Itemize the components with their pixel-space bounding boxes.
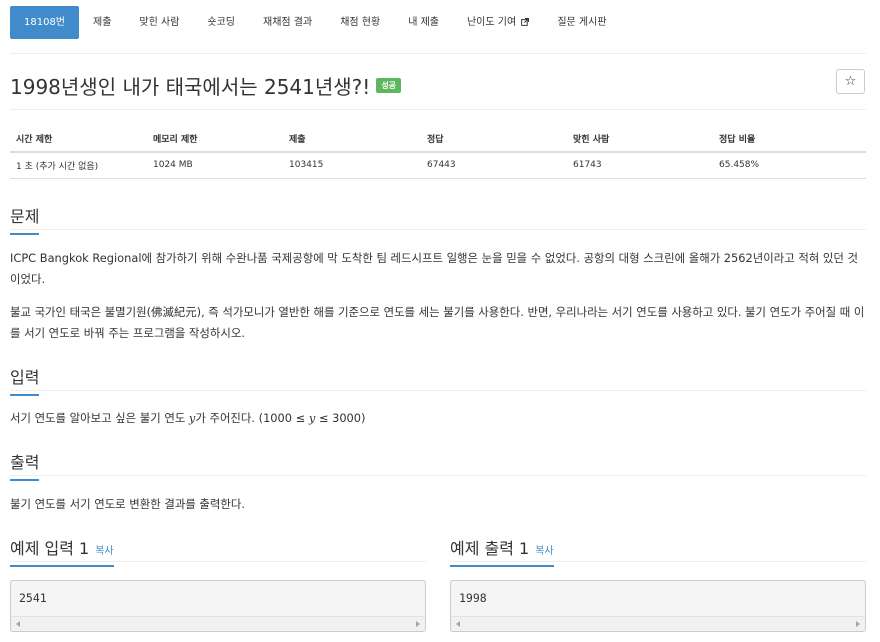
description-heading-line bbox=[10, 229, 866, 230]
sample-output-scrollbar[interactable] bbox=[451, 616, 865, 631]
tab-solvers[interactable]: 맞힌 사람 bbox=[125, 6, 193, 39]
sample-output-title: 예제 출력 1 bbox=[450, 539, 530, 558]
nav-divider bbox=[10, 53, 866, 54]
tab-difficulty-label: 난이도 기여 bbox=[466, 17, 517, 28]
scroll-right-arrow-icon[interactable] bbox=[416, 621, 420, 627]
input-text-before: 서기 연도를 알아보고 싶은 불기 연도 bbox=[10, 411, 189, 425]
header-accepted: 정답 bbox=[421, 126, 567, 153]
scroll-left-arrow-icon[interactable] bbox=[456, 621, 460, 627]
input-description: 서기 연도를 알아보고 싶은 불기 연도 y가 주어진다. (1000 ≤ y … bbox=[10, 408, 866, 429]
copy-sample-output-button[interactable]: 복사 bbox=[535, 546, 553, 557]
scroll-right-arrow-icon[interactable] bbox=[856, 621, 860, 627]
problem-title: 1998년생인 내가 태국에서는 2541년생?! bbox=[10, 75, 371, 99]
external-link-icon bbox=[521, 18, 530, 26]
scroll-left-arrow-icon[interactable] bbox=[16, 621, 20, 627]
value-accepted: 67443 bbox=[421, 152, 567, 179]
description-paragraph-2: 불교 국가인 태국은 불멸기원(佛滅紀元), 즉 석가모니가 열반한 해를 기준… bbox=[10, 305, 865, 340]
sample-input-scrollbar[interactable] bbox=[11, 616, 425, 631]
problem-info-table: 시간 제한 메모리 제한 제출 정답 맞힌 사람 정답 비율 1 초 (추가 시… bbox=[10, 126, 866, 179]
copy-sample-input-button[interactable]: 복사 bbox=[95, 546, 113, 557]
sample-output-heading: 예제 출력 1 복사 bbox=[450, 535, 554, 567]
input-text-middle: 가 주어진다. (1000 ≤ bbox=[195, 411, 309, 425]
header-time-limit: 시간 제한 bbox=[10, 126, 147, 153]
value-solvers: 61743 bbox=[567, 152, 713, 179]
tab-question-board[interactable]: 질문 게시판 bbox=[543, 6, 620, 39]
sample-input-heading: 예제 입력 1 복사 bbox=[10, 535, 114, 567]
output-heading-line bbox=[10, 475, 866, 476]
status-badge: 성공 bbox=[376, 78, 402, 93]
input-text-after: ≤ 3000) bbox=[315, 411, 366, 425]
tab-difficulty-contribution[interactable]: 난이도 기여 bbox=[453, 6, 543, 39]
problem-nav: 18108번 제출 맞힌 사람 숏코딩 재채점 결과 채점 현황 내 제출 난이… bbox=[10, 6, 621, 39]
tab-short-coding[interactable]: 숏코딩 bbox=[193, 6, 249, 39]
table-header-row: 시간 제한 메모리 제한 제출 정답 맞힌 사람 정답 비율 bbox=[10, 126, 866, 153]
value-memory-limit: 1024 MB bbox=[147, 152, 283, 179]
page-title: 1998년생인 내가 태국에서는 2541년생?! 성공 bbox=[10, 71, 402, 100]
sample-output-data: 1998 bbox=[459, 591, 487, 605]
header-solvers: 맞힌 사람 bbox=[567, 126, 713, 153]
tab-submit[interactable]: 제출 bbox=[79, 6, 125, 39]
tab-rejudge-results[interactable]: 재채점 결과 bbox=[249, 6, 326, 39]
output-description: 불기 연도를 서기 연도로 변환한 결과를 출력한다. bbox=[10, 497, 245, 511]
input-heading: 입력 bbox=[10, 364, 40, 396]
value-submissions: 103415 bbox=[283, 152, 421, 179]
header-accept-ratio: 정답 비율 bbox=[713, 126, 866, 153]
description-paragraph-1: ICPC Bangkok Regional에 참가하기 위해 수완나품 국제공항… bbox=[10, 251, 858, 286]
input-heading-line bbox=[10, 390, 866, 391]
tab-status[interactable]: 채점 현황 bbox=[326, 6, 394, 39]
sample-input-data: 2541 bbox=[19, 591, 47, 605]
tab-my-submissions[interactable]: 내 제출 bbox=[394, 6, 453, 39]
title-divider bbox=[10, 109, 866, 110]
star-button[interactable]: ☆ bbox=[836, 69, 865, 94]
value-time-limit: 1 초 (추가 시간 없음) bbox=[10, 152, 147, 179]
header-submissions: 제출 bbox=[283, 126, 421, 153]
sample-input-title: 예제 입력 1 bbox=[10, 539, 90, 558]
star-icon: ☆ bbox=[844, 74, 857, 89]
table-row: 1 초 (추가 시간 없음) 1024 MB 103415 67443 6174… bbox=[10, 152, 866, 179]
header-memory-limit: 메모리 제한 bbox=[147, 126, 283, 153]
sample-input-box[interactable]: 2541 bbox=[10, 580, 426, 632]
description-heading: 문제 bbox=[10, 203, 40, 235]
value-accept-ratio: 65.458% bbox=[713, 152, 866, 179]
tab-problem[interactable]: 18108번 bbox=[10, 6, 80, 39]
sample-output-box[interactable]: 1998 bbox=[450, 580, 866, 632]
output-heading: 출력 bbox=[10, 449, 40, 481]
